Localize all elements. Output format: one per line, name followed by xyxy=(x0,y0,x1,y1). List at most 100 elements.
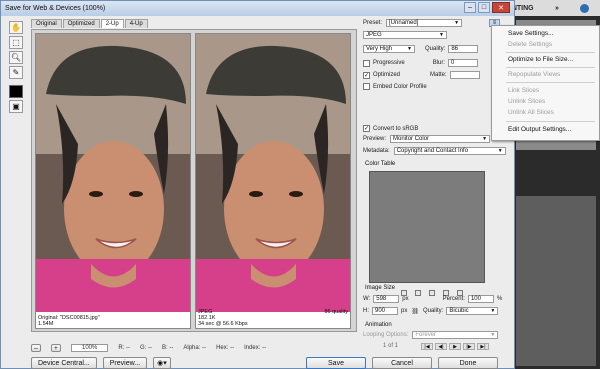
percent-unit: % xyxy=(496,296,503,302)
zoom-in-button[interactable]: + xyxy=(50,344,61,352)
done-button[interactable]: Done xyxy=(438,357,498,369)
menu-unlink-slices: Unlink Slices xyxy=(508,98,546,105)
width-input[interactable]: 598 xyxy=(373,295,400,303)
readout-g: G: -- xyxy=(140,345,153,351)
preset-value: [Unnamed] xyxy=(389,20,419,26)
tab-4-up[interactable]: 4-Up xyxy=(124,19,148,28)
menu-link-slices: Link Slices xyxy=(508,87,540,94)
embed-profile-checkbox[interactable] xyxy=(363,83,370,90)
convert-srgb-label: Convert to sRGB xyxy=(373,125,419,132)
readout-alpha: Alpha: -- xyxy=(183,345,207,351)
matte-select[interactable] xyxy=(449,71,480,79)
menu-edit-output-settings[interactable]: Edit Output Settings... xyxy=(508,126,571,133)
matte-label: Matte: xyxy=(430,72,447,78)
hand-tool-icon[interactable]: ✋ xyxy=(9,21,23,34)
quality-level-select[interactable]: Very High ▼ xyxy=(363,45,415,53)
preview-label: Preview: xyxy=(363,136,387,142)
tab-optimized[interactable]: Optimized xyxy=(62,19,100,28)
toggle-slices-icon[interactable]: ▣ xyxy=(9,100,23,113)
original-filesize: 1.54M xyxy=(38,321,54,327)
last-frame-icon[interactable]: ▶| xyxy=(477,343,489,350)
height-unit: px xyxy=(401,308,408,314)
blur-input[interactable]: 0 xyxy=(448,59,479,67)
close-button[interactable]: ✕ xyxy=(492,2,510,13)
optimized-photo xyxy=(196,34,350,312)
cs-live-icon[interactable] xyxy=(580,3,590,13)
quality-level-value: Very High xyxy=(366,46,393,52)
percent-input[interactable]: 100 xyxy=(467,295,494,303)
height-label: H: xyxy=(363,308,369,314)
original-photo xyxy=(36,34,190,312)
right-buttons: Save Cancel Done xyxy=(306,357,498,369)
animation-heading: Animation xyxy=(365,322,392,328)
minimize-button[interactable]: – xyxy=(464,2,476,13)
preset-select[interactable]: [Unnamed] ▼ xyxy=(386,19,463,27)
preset-label: Preset: xyxy=(363,20,383,26)
readout-index: Index: -- xyxy=(244,345,267,351)
optimized-pane[interactable]: JPEG 182.1K 34 sec @ 56.6 Kbps 86 qualit… xyxy=(195,33,351,329)
resample-label: Quality: xyxy=(422,308,444,314)
menu-delete-settings: Delete Settings xyxy=(508,41,553,48)
preview-button[interactable]: Preview... xyxy=(102,357,148,369)
metadata-label: Metadata: xyxy=(363,148,390,154)
next-frame-icon[interactable]: |▶ xyxy=(463,343,475,350)
preview-select[interactable]: Monitor Color ▼ xyxy=(390,135,491,143)
window-controls: – □ ✕ xyxy=(464,2,510,13)
convert-srgb-checkbox[interactable]: ✓ xyxy=(363,125,370,132)
optimized-checkbox[interactable]: ✓ xyxy=(363,71,370,79)
view-tabs: Original Optimized 2-Up 4-Up xyxy=(31,19,149,28)
looping-label: Looping Options: xyxy=(363,332,409,338)
menu-save-settings[interactable]: Save Settings... xyxy=(508,30,554,37)
zoom-level-select[interactable]: 100% xyxy=(71,344,109,352)
device-central-button[interactable]: Device Central... xyxy=(31,357,97,369)
image-preview-area: Original: "DSC00815.jpg" 1.54M JPEG 182.… xyxy=(31,29,357,332)
optimized-quality: 86 quality xyxy=(324,309,348,315)
host-panel-bottom xyxy=(516,196,596,366)
play-icon[interactable]: ▶ xyxy=(449,343,461,350)
looping-select[interactable]: Forever ▼ xyxy=(412,331,499,339)
quality-input[interactable]: 86 xyxy=(448,45,479,53)
resample-select[interactable]: Bicubic ▼ xyxy=(446,307,499,315)
prev-frame-icon[interactable]: ◀| xyxy=(435,343,447,350)
zoom-out-button[interactable]: – xyxy=(31,344,41,352)
left-buttons: Device Central... Preview... ◉ ▾ xyxy=(31,357,171,369)
zoom-tool-icon[interactable]: 🔍︎ xyxy=(9,51,23,64)
width-label: W: xyxy=(363,296,371,302)
chevron-down-icon: ▼ xyxy=(490,308,496,314)
tab-2-up[interactable]: 2-Up xyxy=(100,19,124,28)
original-pane[interactable]: Original: "DSC00815.jpg" 1.54M xyxy=(35,33,191,329)
tab-original[interactable]: Original xyxy=(31,19,62,28)
height-input[interactable]: 900 xyxy=(372,307,398,315)
eyedropper-color-swatch[interactable] xyxy=(9,85,23,98)
expand-icon[interactable]: » xyxy=(555,5,559,12)
frame-counter: 1 of 1 xyxy=(383,343,399,349)
menu-separator xyxy=(506,121,595,122)
chevron-down-icon: ▼ xyxy=(439,32,444,38)
status-bar: – + 100% R: -- G: -- B: -- Alpha: -- Hex… xyxy=(31,343,357,353)
dialog-title: Save for Web & Devices (100%) xyxy=(5,5,106,12)
quality-label: Quality: xyxy=(425,46,446,52)
preview-value: Monitor Color xyxy=(393,136,430,142)
looping-value: Forever xyxy=(415,332,437,338)
chevron-down-icon: ▼ xyxy=(454,20,460,26)
menu-optimize-to-file-size[interactable]: Optimize to File Size... xyxy=(508,56,573,63)
readout-hex: Hex: -- xyxy=(216,345,235,351)
slice-select-tool-icon[interactable]: ⬚ xyxy=(9,36,23,49)
dialog-titlebar: Save for Web & Devices (100%) xyxy=(1,1,514,16)
image-size-heading: Image Size xyxy=(365,285,396,291)
format-select[interactable]: JPEG ▼ xyxy=(363,31,447,39)
browser-preview-button[interactable]: ◉ ▾ xyxy=(153,357,171,369)
constrain-link-icon[interactable]: ⛓ xyxy=(411,308,419,315)
maximize-button[interactable]: □ xyxy=(478,2,490,13)
chevron-down-icon: ▼ xyxy=(482,136,488,142)
percent-label: Percent: xyxy=(442,296,465,302)
save-button[interactable]: Save xyxy=(306,357,366,369)
optimized-caption: JPEG 182.1K 34 sec @ 56.6 Kbps 86 qualit… xyxy=(198,309,348,327)
cancel-button[interactable]: Cancel xyxy=(372,357,432,369)
chevron-down-icon: ▼ xyxy=(407,46,412,52)
eyedropper-tool-icon[interactable]: ✎ xyxy=(9,66,23,79)
settings-panel: Preset: [Unnamed] ▼ JPEG ▼ Very High ▼ Qual… xyxy=(359,17,509,357)
metadata-select[interactable]: Copyright and Contact Info ▼ xyxy=(393,147,506,155)
first-frame-icon[interactable]: |◀ xyxy=(421,343,433,350)
progressive-checkbox[interactable] xyxy=(363,59,370,67)
